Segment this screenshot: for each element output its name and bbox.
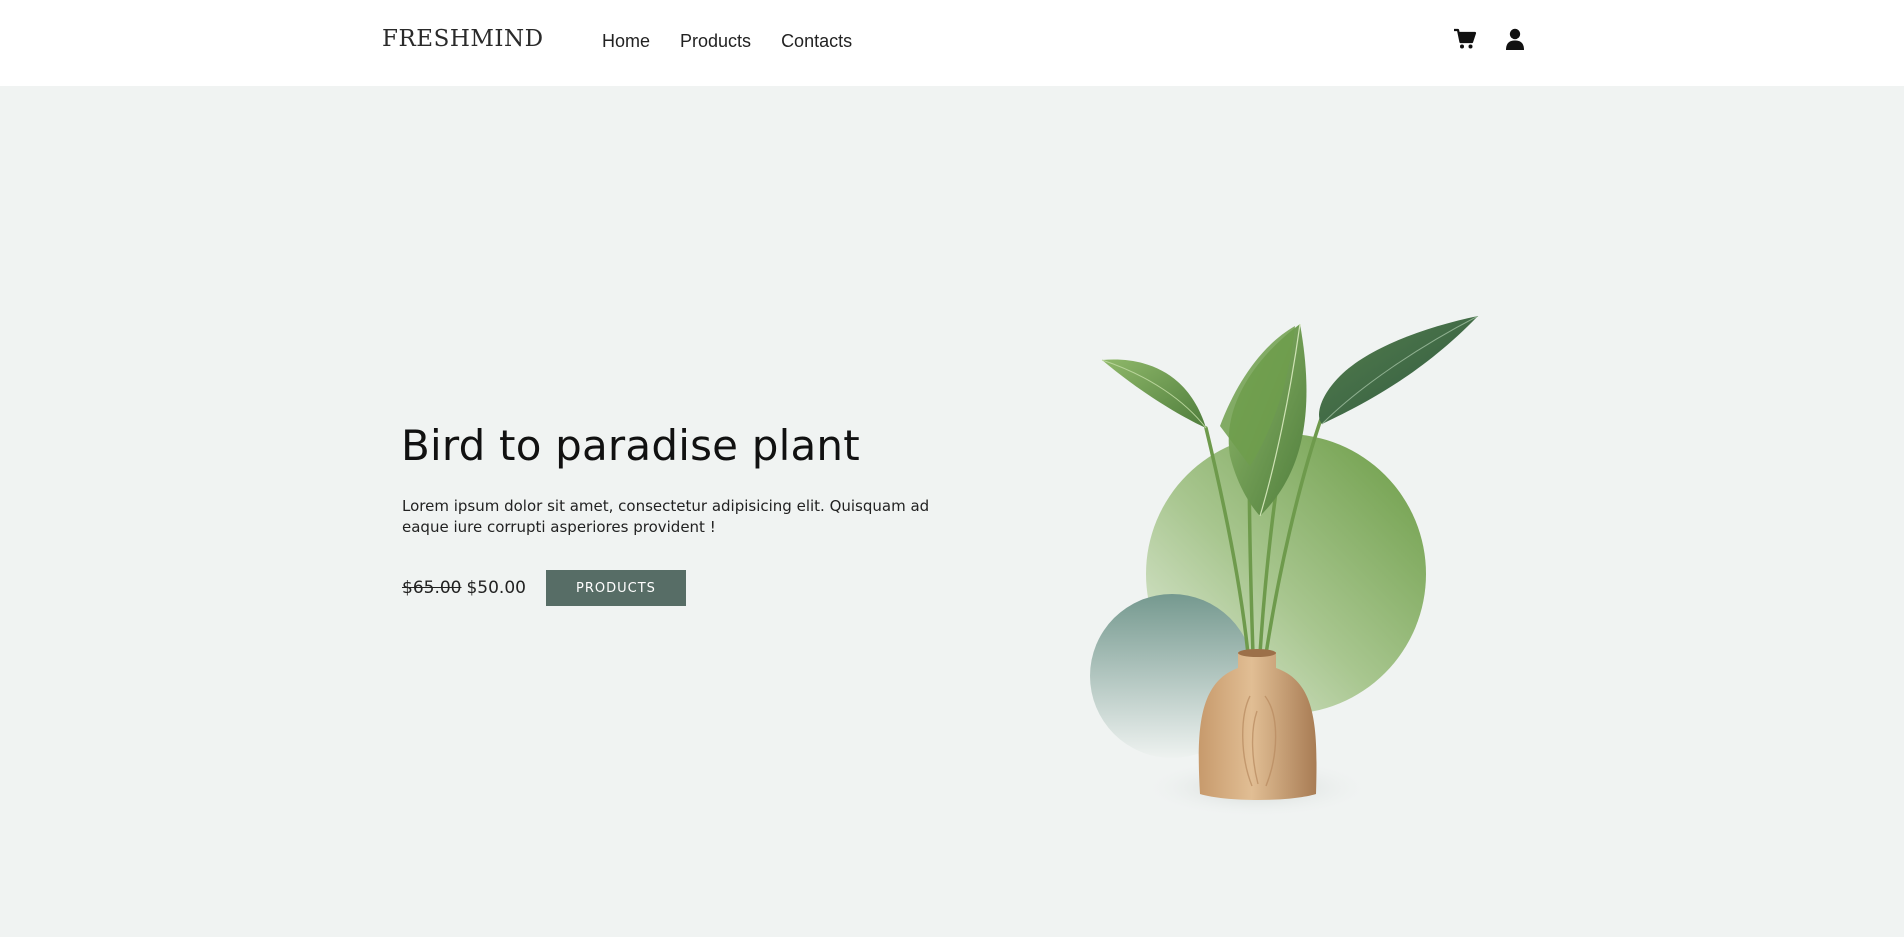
hero-section: Bird to paradise plant Lorem ipsum dolor… (0, 86, 1904, 937)
site-logo[interactable]: FRESHMIND (382, 26, 544, 52)
hero-title: Bird to paradise plant (401, 421, 860, 470)
plant-illustration (1090, 315, 1490, 876)
cart-icon[interactable] (1452, 26, 1478, 52)
price-row: $65.00 $50.00 PRODUCTS (402, 570, 686, 606)
header-actions (1452, 26, 1528, 52)
products-button[interactable]: PRODUCTS (545, 570, 686, 606)
nav-home[interactable]: Home (602, 31, 650, 52)
hero-description: Lorem ipsum dolor sit amet, consectetur … (402, 497, 930, 536)
old-price: $65.00 (402, 578, 462, 598)
site-header: FRESHMIND Home Products Contacts (0, 0, 1904, 86)
main-nav: Home Products Contacts (602, 31, 852, 52)
leaf-right (1319, 316, 1478, 424)
nav-products[interactable]: Products (680, 31, 751, 52)
user-icon[interactable] (1502, 26, 1528, 52)
leaf-left (1102, 359, 1206, 428)
nav-contacts[interactable]: Contacts (781, 31, 852, 52)
new-price: $50.00 (466, 578, 526, 598)
